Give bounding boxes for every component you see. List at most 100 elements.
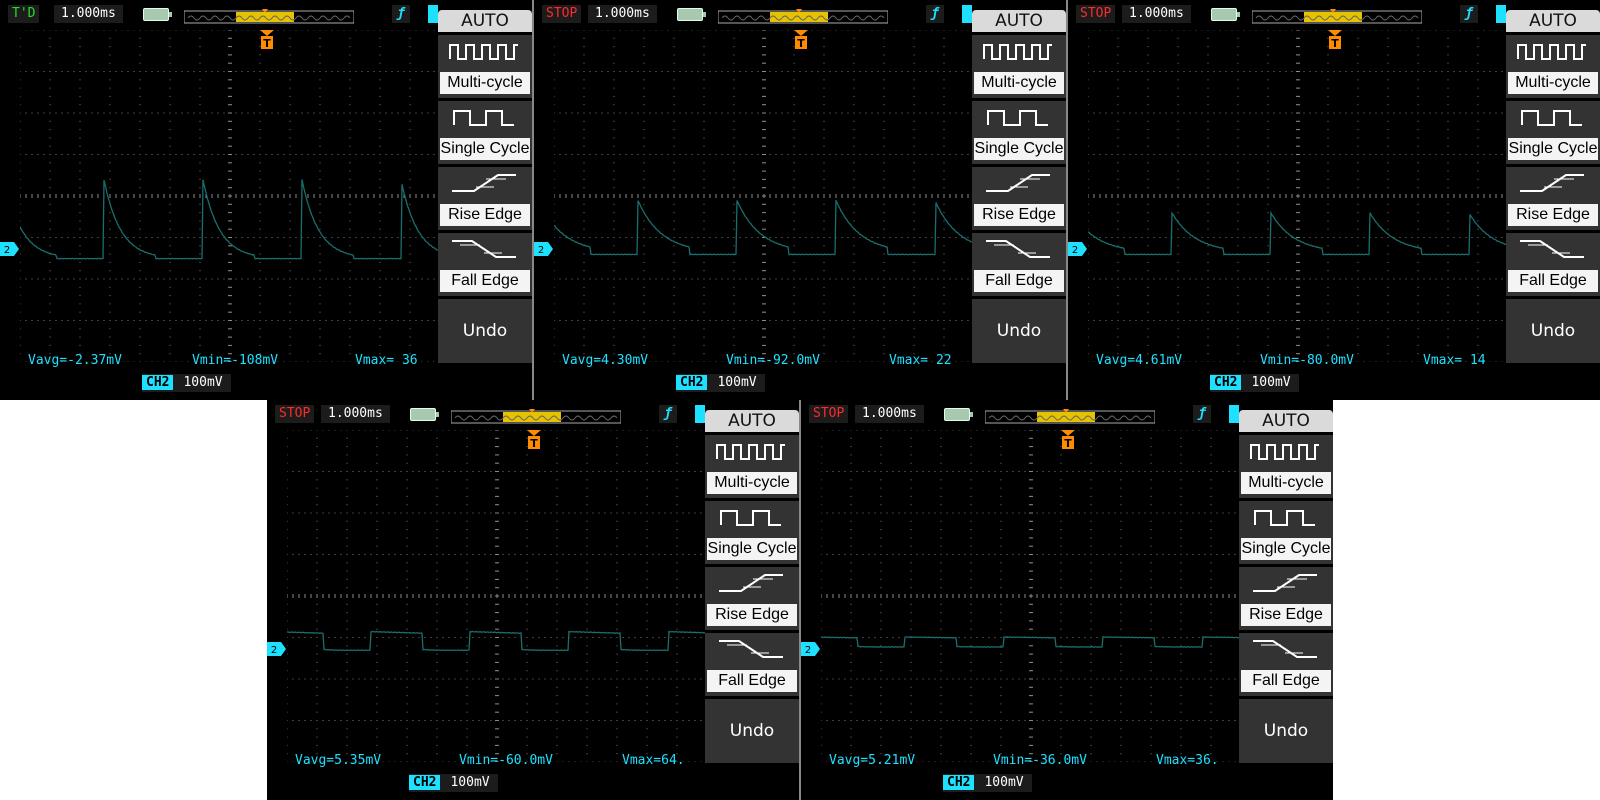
channel-scale: CH2 100mV — [676, 374, 765, 392]
menu-title: AUTO — [438, 10, 532, 32]
memory-position-bar[interactable] — [451, 409, 621, 425]
single-pulse-icon — [1521, 110, 1582, 126]
single-cycle-button[interactable]: Single Cycle — [438, 101, 532, 164]
channel-indicator — [962, 5, 972, 23]
ground-marker[interactable]: 2 — [0, 242, 20, 256]
multi-cycle-button[interactable]: Multi-cycle — [1239, 435, 1333, 498]
oscilloscope-screen: STOP 1.000ms ƒ T 2 Vavg=5.35mV Vmin=-60.… — [267, 400, 799, 800]
memory-position-bar[interactable] — [985, 409, 1155, 425]
ground-marker[interactable]: 2 — [534, 242, 554, 256]
waveform-trace — [20, 179, 440, 260]
measurement-menu: AUTO Multi-cycle Single Cycle Rise Edge — [1239, 410, 1333, 770]
acquisition-status: T'D — [8, 5, 40, 23]
channel-scale: CH2 100mV — [1210, 374, 1299, 392]
trigger-position-marker[interactable]: T — [794, 30, 808, 50]
single-cycle-button[interactable]: Single Cycle — [972, 101, 1066, 164]
channel-label: CH2 — [1210, 375, 1242, 390]
svg-text:2: 2 — [1072, 245, 1078, 256]
multi-pulse-icon — [1517, 44, 1586, 60]
multi-pulse-icon — [1250, 444, 1319, 460]
oscilloscope-screen: STOP 1.000ms ƒ T 2 Vavg=4.30mV Vmin=-92.… — [534, 0, 1066, 400]
multi-pulse-icon — [983, 44, 1052, 60]
single-cycle-button[interactable]: Single Cycle — [1239, 501, 1333, 564]
menu-item-label: Fall Edge — [1241, 670, 1331, 692]
rise-edge-button[interactable]: Rise Edge — [438, 167, 532, 230]
undo-button[interactable]: Undo — [1239, 699, 1333, 763]
svg-text:2: 2 — [538, 245, 544, 256]
menu-item-label: Single Cycle — [707, 538, 797, 560]
trigger-position-marker[interactable]: T — [527, 430, 541, 450]
single-cycle-button[interactable]: Single Cycle — [1506, 101, 1600, 164]
memory-position-bar[interactable] — [1252, 9, 1422, 25]
menu-item-label: Single Cycle — [1508, 138, 1598, 160]
ground-marker[interactable]: 2 — [267, 642, 287, 656]
fall-edge-button[interactable]: Fall Edge — [1239, 633, 1333, 696]
waveform-grid: T — [287, 430, 707, 762]
fall-edge-button[interactable]: Fall Edge — [1506, 233, 1600, 296]
vmin-readout: Vmin=-36.0mV — [993, 753, 1087, 768]
measurement-menu: AUTO Multi-cycle Single Cycle Rise Edge — [972, 10, 1066, 370]
graticule — [1088, 30, 1508, 362]
rise-edge-button[interactable]: Rise Edge — [1239, 567, 1333, 630]
menu-item-label: Rise Edge — [440, 204, 530, 226]
menu-item-label: Multi-cycle — [440, 72, 530, 94]
rise-edge-button[interactable]: Rise Edge — [705, 567, 799, 630]
pane-divider — [1066, 0, 1068, 400]
battery-icon — [677, 8, 706, 21]
vavg-readout: Vavg=4.30mV — [562, 353, 649, 368]
waveform-grid: T — [554, 30, 974, 362]
trigger-position-marker[interactable]: T — [1061, 430, 1075, 450]
menu-item-label: Multi-cycle — [1241, 472, 1331, 494]
undo-button[interactable]: Undo — [972, 299, 1066, 363]
volts-per-div: 100mV — [1251, 375, 1291, 390]
trigger-position-marker[interactable]: T — [260, 30, 274, 50]
memory-position-bar[interactable] — [718, 9, 888, 25]
timebase-readout: 1.000ms — [855, 405, 924, 423]
multi-cycle-button[interactable]: Multi-cycle — [705, 435, 799, 498]
multi-cycle-button[interactable]: Multi-cycle — [438, 35, 532, 98]
channel-indicator — [695, 405, 705, 423]
ground-marker[interactable]: 2 — [1068, 242, 1088, 256]
waveform-trace — [1088, 210, 1508, 256]
multi-cycle-button[interactable]: Multi-cycle — [972, 35, 1066, 98]
channel-label: CH2 — [142, 375, 174, 390]
timebase-readout: 1.000ms — [1122, 5, 1191, 23]
battery-icon — [143, 8, 172, 21]
vmax-readout: Vmax= 36 — [355, 353, 418, 368]
fall-edge-button[interactable]: Fall Edge — [705, 633, 799, 696]
channel-label: CH2 — [409, 775, 441, 790]
graticule — [20, 30, 440, 362]
multi-cycle-button[interactable]: Multi-cycle — [1506, 35, 1600, 98]
trigger-edge-icon: ƒ — [659, 405, 677, 423]
undo-button[interactable]: Undo — [705, 699, 799, 763]
menu-item-label: Fall Edge — [1508, 270, 1598, 292]
menu-item-label: Fall Edge — [440, 270, 530, 292]
volts-per-div: 100mV — [450, 775, 490, 790]
undo-button[interactable]: Undo — [1506, 299, 1600, 363]
ground-marker[interactable]: 2 — [801, 642, 821, 656]
volts-per-div: 100mV — [984, 775, 1024, 790]
svg-text:T: T — [797, 37, 805, 50]
memory-position-bar[interactable] — [184, 9, 354, 25]
timebase-readout: 1.000ms — [588, 5, 657, 23]
fall-edge-button[interactable]: Fall Edge — [972, 233, 1066, 296]
trigger-position-marker[interactable]: T — [1328, 30, 1342, 50]
rising-edge-icon — [452, 174, 516, 192]
single-pulse-icon — [1254, 510, 1315, 526]
waveform-trace — [554, 200, 974, 256]
waveform-grid: T — [1088, 30, 1508, 362]
falling-edge-icon — [719, 640, 783, 658]
rise-edge-button[interactable]: Rise Edge — [972, 167, 1066, 230]
svg-text:T: T — [263, 37, 271, 50]
fall-edge-button[interactable]: Fall Edge — [438, 233, 532, 296]
oscilloscope-screen: STOP 1.000ms ƒ T 2 Vavg=4.61mV Vmin=-80.… — [1068, 0, 1600, 400]
vmax-readout: Vmax=36. — [1156, 753, 1219, 768]
vmin-readout: Vmin=-108mV — [192, 353, 279, 368]
rising-edge-icon — [1520, 174, 1584, 192]
undo-button[interactable]: Undo — [438, 299, 532, 363]
single-cycle-button[interactable]: Single Cycle — [705, 501, 799, 564]
menu-item-label: Single Cycle — [1241, 538, 1331, 560]
menu-item-label: Multi-cycle — [974, 72, 1064, 94]
vavg-readout: Vavg=-2.37mV — [28, 353, 122, 368]
rise-edge-button[interactable]: Rise Edge — [1506, 167, 1600, 230]
